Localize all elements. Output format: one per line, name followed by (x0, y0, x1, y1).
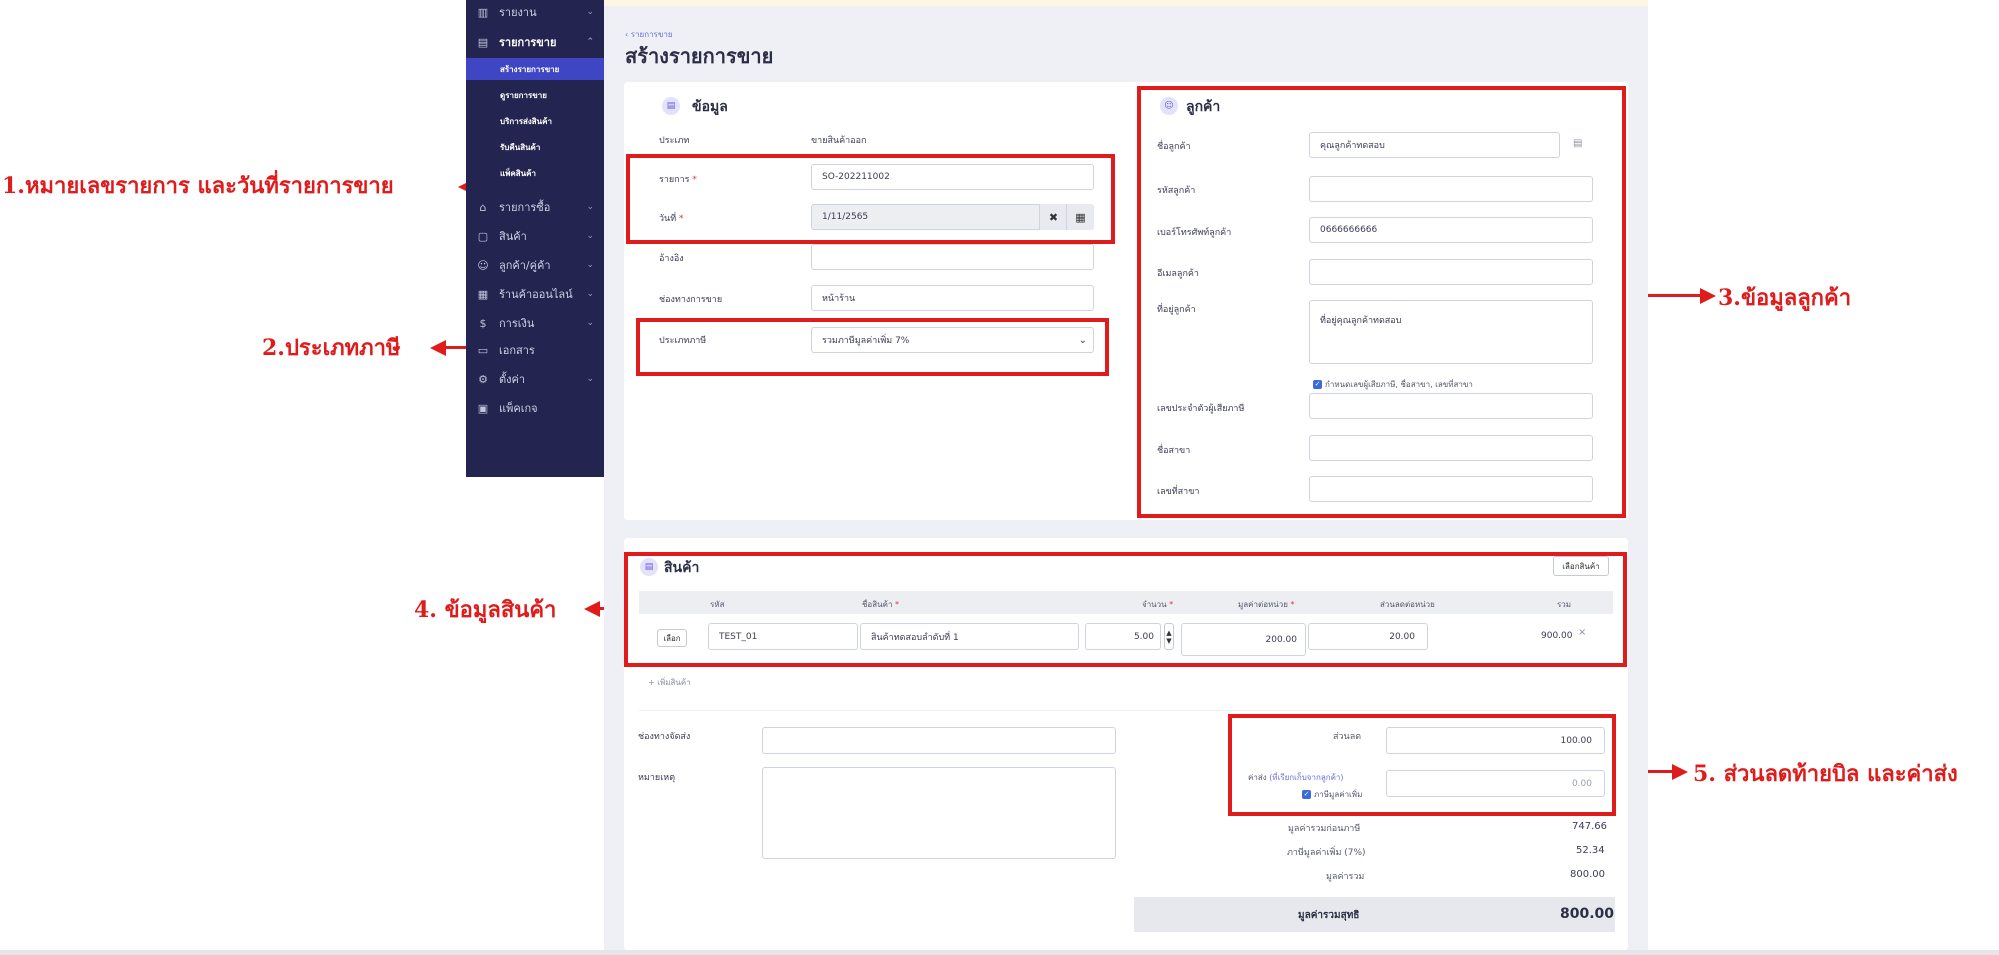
net-total-label: มูลค่ารวมสุทธิ (1298, 910, 1360, 921)
sidebar-sub-create-sale[interactable]: สร้างรายการขาย (466, 58, 604, 80)
sidebar-sub-view-sales[interactable]: ดูรายการขาย (466, 84, 604, 106)
ref-label: อ้างอิง (659, 254, 684, 264)
chevron-down-icon: ⌄ (586, 374, 594, 384)
sidebar-sub-packing[interactable]: แพ็คสินค้า (466, 162, 604, 184)
total-value: 800.00 (1570, 869, 1605, 880)
annotation-1: 1.หมายเลขรายการ และวันที่รายการขาย (2, 173, 394, 199)
sidebar-sub-shipping[interactable]: บริการส่งสินค้า (466, 110, 604, 132)
sidebar-item-online-store[interactable]: ▦ ร้านค้าออนไลน์ ⌄ (466, 282, 604, 306)
shipping-channel-label: ช่องทางจัดส่ง (638, 732, 691, 742)
money-icon: $ (479, 316, 487, 330)
sidebar-item-label: รายการขาย (499, 36, 557, 49)
net-total-value: 800.00 (1560, 906, 1615, 922)
highlight-box-4 (624, 552, 1627, 667)
sidebar-item-label: แพ็คเกจ (499, 402, 538, 415)
app-root: 1.หมายเลขรายการ และวันที่รายการขาย 2.ประ… (0, 0, 1999, 955)
type-value: ขายสินค้าออก (811, 136, 867, 146)
cart-icon: ⌂ (479, 200, 487, 214)
bottom-bar (0, 950, 1999, 955)
store-icon: ▦ (477, 287, 489, 301)
vat-label: ภาษีมูลค่าเพิ่ม (7%) (1287, 848, 1366, 858)
sidebar-item-label: รายการซื้อ (499, 201, 551, 214)
chevron-down-icon: ⌄ (586, 289, 594, 299)
package-icon: ▣ (477, 401, 489, 415)
channel-label: ช่องทางการขาย (659, 295, 723, 305)
arrow-4-head (584, 601, 600, 617)
arrow-2-head (430, 340, 446, 356)
sidebar-item-report[interactable]: ▥ รายงาน ⌄ (466, 0, 604, 24)
chart-icon: ▥ (477, 5, 489, 19)
doc-icon: ▭ (477, 343, 489, 357)
box-icon: ▢ (477, 229, 489, 243)
note-label: หมายเหตุ (638, 773, 676, 783)
highlight-box-1 (626, 154, 1115, 244)
before-tax-label: มูลค่ารวมก่อนภาษี (1288, 824, 1361, 834)
sidebar-item-documents[interactable]: ▭ เอกสาร (466, 338, 604, 362)
sidebar-item-label: ร้านค้าออนไลน์ (499, 288, 573, 301)
arrow-5-head (1672, 764, 1688, 780)
sidebar-sub-returns[interactable]: รับคืนสินค้า (466, 136, 604, 158)
page-title: สร้างรายการขาย (625, 44, 774, 68)
sidebar-item-label: รายงาน (499, 6, 537, 19)
chevron-down-icon: ⌄ (586, 202, 594, 212)
receipt-icon: ▤ (477, 35, 489, 49)
annotation-3: 3.ข้อมูลลูกค้า (1718, 285, 1852, 311)
net-total-bar (1134, 897, 1615, 932)
annotation-5: 5. ส่วนลดท้ายบิล และค่าส่ง (1693, 761, 1958, 787)
info-title: ข้อมูล (692, 99, 728, 115)
reference-input[interactable] (811, 244, 1094, 270)
sidebar-item-settings[interactable]: ⚙ ตั้งค่า ⌄ (466, 367, 604, 391)
divider (639, 710, 1613, 711)
sidebar-item-label: สินค้า (499, 230, 527, 243)
chevron-down-icon: ⌄ (586, 260, 594, 270)
chevron-down-icon: ⌄ (586, 7, 594, 17)
sidebar-item-label: การเงิน (499, 317, 535, 330)
vat-value: 52.34 (1576, 845, 1605, 856)
total-label: มูลค่ารวม (1326, 872, 1365, 882)
sidebar-item-sales[interactable]: ▤ รายการขาย ⌃ (466, 30, 604, 54)
highlight-box-3 (1137, 86, 1626, 518)
note-textarea[interactable] (762, 767, 1116, 859)
chevron-up-icon: ⌃ (586, 37, 594, 47)
sidebar-item-products[interactable]: ▢ สินค้า ⌄ (466, 224, 604, 248)
users-icon: ☺ (477, 258, 489, 272)
sidebar-item-label: ลูกค้า/คู่ค้า (499, 259, 551, 272)
sidebar-item-package[interactable]: ▣ แพ็คเกจ (466, 396, 604, 420)
sidebar: ▥ รายงาน ⌄ ▤ รายการขาย ⌃ สร้างรายการขาย ดูรา… (466, 0, 604, 477)
info-icon: ▤ (662, 97, 680, 115)
before-tax-value: 747.66 (1572, 821, 1607, 832)
sidebar-item-finance[interactable]: $ การเงิน ⌄ (466, 311, 604, 335)
type-label: ประเภท (659, 136, 690, 146)
annotation-4: 4. ข้อมูลสินค้า (414, 597, 557, 623)
sidebar-item-label: ตั้งค่า (499, 373, 526, 386)
sidebar-item-label: เอกสาร (499, 344, 535, 357)
arrow-3-head (1700, 288, 1716, 304)
chevron-down-icon: ⌄ (586, 231, 594, 241)
chevron-down-icon: ⌄ (586, 318, 594, 328)
add-product-link[interactable]: + เพิ่มสินค้า (648, 676, 691, 689)
highlight-box-2 (636, 318, 1109, 376)
highlight-box-5 (1228, 714, 1616, 816)
shipping-channel-input[interactable] (762, 727, 1116, 754)
annotation-2: 2.ประเภทภาษี (262, 335, 401, 361)
sales-channel-input[interactable]: หน้าร้าน (811, 285, 1094, 311)
sidebar-item-customers[interactable]: ☺ ลูกค้า/คู่ค้า ⌄ (466, 253, 604, 277)
gear-icon: ⚙ (478, 372, 488, 386)
sidebar-item-purchases[interactable]: ⌂ รายการซื้อ ⌄ (466, 195, 604, 219)
